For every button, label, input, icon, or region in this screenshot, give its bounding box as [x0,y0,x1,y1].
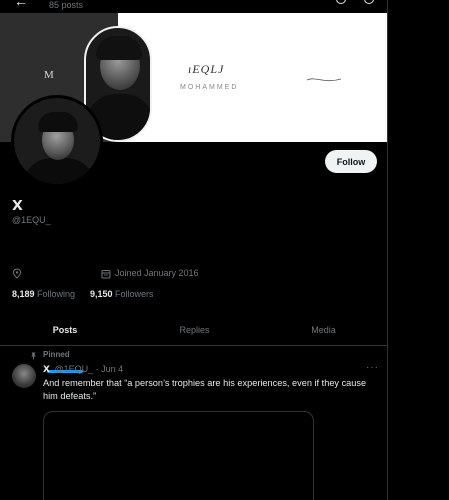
banner-subtitle: MOHAMMED [180,84,239,91]
user-handle: @1EQU_ [12,215,51,225]
tweet-author-handle[interactable]: @1EQU_ [54,364,93,374]
tab-media[interactable]: Media [259,313,387,346]
top-bar: ← 85 posts [0,0,387,13]
tweet-author-name[interactable]: 𝗫 [43,364,50,374]
banner-brand: ıEQLJ [188,62,225,76]
post-count: 85 posts [49,0,84,10]
tweet-text: And remember that “a person’s trophies a… [43,378,367,401]
calendar-icon [101,270,111,279]
profile-meta: Joined January 2016 [12,268,372,280]
pin-icon [31,352,36,360]
tab-posts[interactable]: Posts [0,313,130,346]
profile-column: ← 85 posts M ıEQLJ MOHAMMED Follow 𝗫 @1E… [0,0,388,500]
tweet-header: 𝗫 @1EQU_ · Jun 4 [43,364,123,375]
tweet-media[interactable] [43,411,314,500]
follow-button[interactable]: Follow [325,150,377,173]
followers-link[interactable]: 9,150 Followers [90,289,154,299]
top-bar-actions [336,0,374,4]
banner-monogram: M [44,69,54,81]
search-icon[interactable] [364,0,374,4]
pinned-label: Pinned [43,350,70,359]
location-icon [12,268,22,279]
profile-avatar[interactable] [11,95,103,187]
tweet-avatar[interactable] [12,364,36,388]
grok-icon[interactable] [336,0,346,4]
more-options-icon[interactable]: ··· [366,362,379,373]
following-link[interactable]: 8,189 Following [12,289,75,299]
tab-replies[interactable]: Replies [130,313,259,346]
right-gutter [389,0,449,500]
back-arrow-icon[interactable]: ← [14,0,28,9]
profile-tabs: Posts Replies Media [0,313,387,346]
joined-date: Joined January 2016 [115,268,199,278]
display-name: 𝗫 [12,197,23,213]
tweet-date[interactable]: · Jun 4 [96,364,124,374]
banner-flourish [306,78,342,82]
